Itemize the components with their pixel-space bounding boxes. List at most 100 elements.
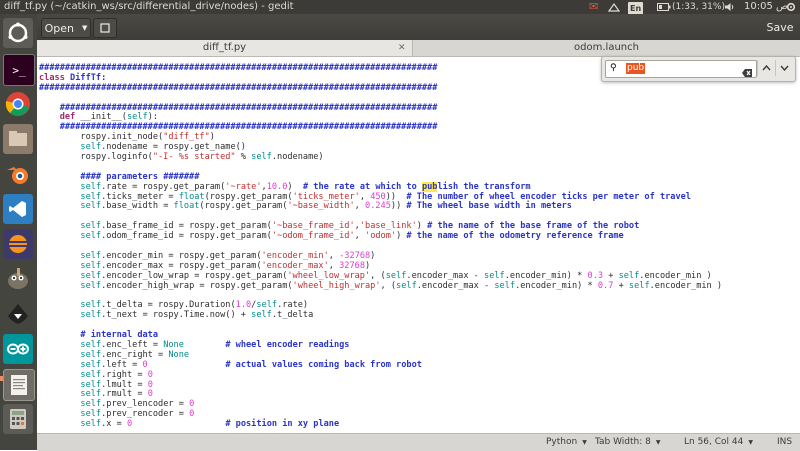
- code-token: self: [484, 270, 505, 281]
- code-token: self: [80, 142, 102, 153]
- code-line[interactable]: rospy.loginfo("-I- %s started" % self.no…: [39, 152, 722, 163]
- code-token: #### parameters #######: [80, 171, 200, 182]
- code-line[interactable]: self.t_next = rospy.Time.now() + self.t_…: [39, 310, 722, 321]
- search-input[interactable]: pub: [626, 63, 646, 74]
- search-previous-button[interactable]: [757, 60, 774, 76]
- code-token: self: [80, 389, 102, 400]
- code-token: self: [126, 112, 148, 123]
- code-token: .rmult =: [101, 389, 148, 400]
- code-token: .encoder_max -: [406, 270, 485, 281]
- dash-icon[interactable]: [3, 18, 33, 48]
- code-token: ):: [147, 112, 159, 123]
- tab-diff-tf[interactable]: diff_tf.py: [37, 40, 413, 56]
- code-token: .lmult =: [101, 379, 148, 390]
- new-document-icon: [100, 23, 110, 33]
- inkscape-icon[interactable]: [3, 299, 33, 329]
- code-editor[interactable]: ########################################…: [37, 57, 800, 433]
- code-token: rospy.init_node(: [39, 132, 164, 143]
- code-token: self: [80, 339, 102, 350]
- battery-icon[interactable]: [657, 0, 671, 14]
- system-top-panel: diff_tf.py (~/catkin_ws/src/differential…: [0, 0, 800, 16]
- terminal-icon[interactable]: >_: [3, 54, 35, 86]
- search-next-button[interactable]: [775, 60, 792, 76]
- code-token: .prev_rencoder =: [101, 409, 190, 420]
- code-token: .rate = rospy.get_param(: [101, 181, 226, 192]
- network-icon[interactable]: [608, 0, 620, 14]
- launcher-sidebar: >_: [0, 14, 37, 450]
- calculator-icon[interactable]: [3, 404, 33, 434]
- chrome-icon[interactable]: [3, 89, 33, 119]
- code-token: 'wheel_high_wrap': [292, 280, 381, 291]
- code-token: ): [396, 231, 407, 242]
- code-token: .t_next = rospy.Time.now() +: [101, 310, 252, 321]
- vscode-icon[interactable]: [3, 194, 33, 224]
- tab-label: odom.launch: [574, 42, 639, 53]
- code-line[interactable]: self.base_width = float(rospy.get_param(…: [39, 202, 722, 212]
- code-token: .nodename): [271, 152, 324, 163]
- code-token: 0: [147, 379, 153, 390]
- blender-icon[interactable]: [3, 159, 33, 189]
- code-token: , (: [370, 270, 386, 281]
- code-token: (rospy.get_param(: [199, 201, 288, 212]
- code-token: 'encoder_min': [261, 250, 329, 261]
- code-token: 0.7: [597, 280, 614, 291]
- files-icon[interactable]: [3, 124, 33, 154]
- code-token: __init__(: [75, 112, 127, 123]
- arduino-icon[interactable]: [3, 334, 33, 364]
- volume-icon[interactable]: [724, 0, 735, 14]
- new-document-button[interactable]: [93, 18, 117, 38]
- code-line[interactable]: self.x = 0 # position in xy plane: [39, 419, 722, 430]
- save-button[interactable]: Save: [763, 18, 797, 36]
- code-token: 0.3: [587, 270, 604, 281]
- code-token: self: [80, 260, 102, 271]
- code-token: self: [80, 231, 102, 242]
- code-token: .right =: [101, 369, 148, 380]
- code-token: '~base_width': [287, 201, 355, 212]
- gedit-icon[interactable]: [3, 369, 35, 401]
- search-field[interactable]: ⚲ pub: [605, 60, 757, 78]
- code-line[interactable]: self.encoder_high_wrap = rospy.get_param…: [39, 280, 722, 292]
- code-token: .encoder_min) *: [515, 280, 598, 291]
- code-token: self: [494, 280, 516, 291]
- code-token: lish the transform: [437, 181, 531, 192]
- envelope-icon[interactable]: ✉: [589, 0, 598, 14]
- gimp-icon[interactable]: [3, 264, 33, 294]
- code-line[interactable]: self.odom_frame_id = rospy.get_param('~o…: [39, 231, 722, 242]
- code-token: 10.0: [266, 181, 288, 192]
- clock[interactable]: 10:05 ص: [744, 0, 788, 14]
- code-token: .base_frame_id = rospy.get_param(: [101, 221, 272, 232]
- code-line[interactable]: ########################################…: [39, 83, 722, 94]
- code-token: 0: [189, 399, 195, 410]
- code-token: self: [80, 310, 102, 321]
- code-token: self: [256, 300, 278, 311]
- code-token: def: [59, 112, 76, 123]
- close-icon[interactable]: ✕: [398, 40, 406, 56]
- code-token: self: [396, 280, 417, 291]
- open-button[interactable]: Open ▼: [41, 18, 91, 38]
- code-token: self: [80, 419, 102, 430]
- code-token: .prev_lencoder =: [101, 399, 190, 410]
- language-selector[interactable]: Python ▼: [546, 434, 587, 451]
- code-view[interactable]: ########################################…: [39, 63, 722, 430]
- gedit-header-bar: Open ▼ Save: [37, 14, 800, 40]
- code-token: 'wheel_low_wrap': [287, 270, 371, 281]
- clear-search-icon[interactable]: [741, 63, 753, 82]
- gear-icon[interactable]: [786, 0, 796, 14]
- cursor-position[interactable]: Ln 56, Col 44 ▼: [684, 434, 753, 451]
- insert-mode: INS: [777, 437, 793, 447]
- code-token: .odom_frame_id = rospy.get_param(: [101, 231, 272, 242]
- eclipse-icon[interactable]: [3, 229, 33, 259]
- tab-width-selector[interactable]: Tab Width: 8 ▼: [595, 434, 661, 451]
- tab-odom-launch[interactable]: odom.launch: [413, 40, 800, 56]
- code-token: # The wheel base width in meters: [406, 201, 572, 212]
